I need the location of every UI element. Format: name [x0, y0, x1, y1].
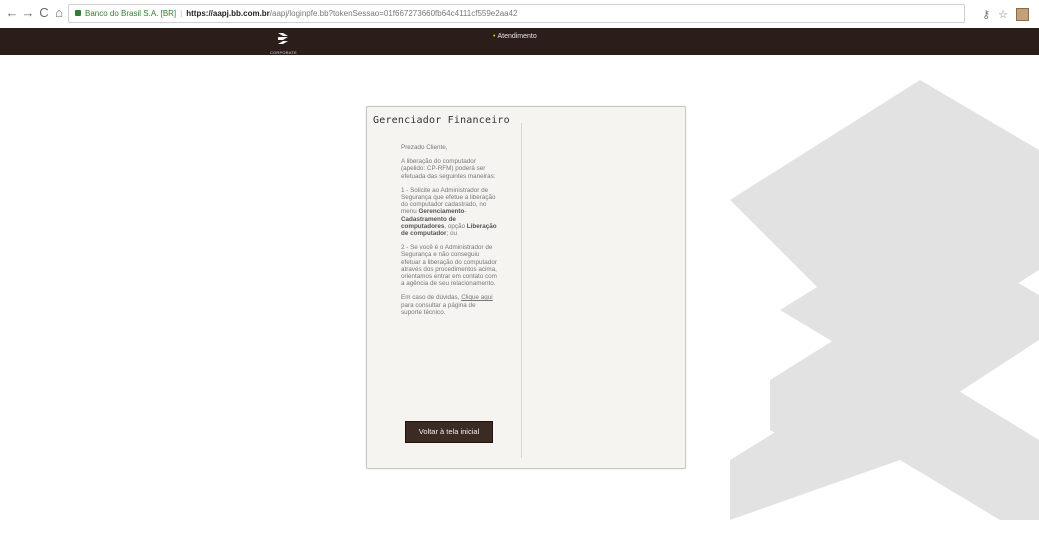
- panel-title: Gerenciador Financeiro: [373, 115, 510, 126]
- banco-do-brasil-logo[interactable]: CORPORATE: [270, 32, 297, 55]
- support-link[interactable]: Clique aqui: [461, 294, 493, 301]
- message-text: Prezado Cliente, A liberação do computad…: [401, 144, 497, 323]
- bb-logo-icon: [278, 33, 288, 44]
- back-to-home-button[interactable]: Voltar à tela inicial: [405, 421, 493, 443]
- help-text-end: para consultar a página de suporte técni…: [401, 301, 476, 316]
- extension-icon[interactable]: [1016, 7, 1029, 21]
- url-host: https://aapj.bb.com.br: [186, 9, 270, 18]
- site-identity: Banco do Brasil S.A. [BR]: [85, 9, 177, 18]
- key-icon[interactable]: ⚷: [982, 8, 990, 21]
- option-label: , opção: [444, 222, 466, 230]
- lock-icon: [75, 9, 81, 16]
- option-2-paragraph: 2 - Se você é o Administrador de Seguran…: [401, 244, 497, 288]
- reload-icon[interactable]: C: [36, 4, 52, 22]
- option-1-paragraph: 1 - Solicite ao Administrador de Seguran…: [401, 186, 497, 238]
- gerenciador-financeiro-panel: Gerenciador Financeiro Prezado Cliente, …: [366, 106, 686, 469]
- browser-toolbar: ← → C ⌂ Banco do Brasil S.A. [BR] | https:…: [0, 0, 1039, 29]
- menu-bullet-icon: •: [493, 33, 496, 40]
- intro-paragraph: A liberação do computador (apelido: CP-R…: [401, 158, 496, 180]
- forward-arrow-icon[interactable]: →: [20, 4, 36, 22]
- menu-item-label: Atendimento: [497, 33, 537, 40]
- column-divider: [521, 123, 522, 458]
- logo-caption: CORPORATE: [270, 50, 297, 55]
- greeting: Prezado Cliente,: [401, 144, 448, 151]
- address-bar[interactable]: Banco do Brasil S.A. [BR] | https://aapj.b…: [68, 4, 965, 23]
- menu-gerenciamento: Gerenciamento: [418, 208, 465, 216]
- site-header: CORPORATE • Atendimento: [0, 28, 1039, 55]
- bb-watermark-logo: [730, 80, 1039, 520]
- help-text: Em caso de dúvidas,: [401, 294, 460, 302]
- bookmark-star-icon[interactable]: ☆: [998, 8, 1008, 21]
- home-icon[interactable]: ⌂: [51, 4, 67, 22]
- menu-item-atendimento[interactable]: • Atendimento: [493, 33, 537, 40]
- url-path: /aapj/loginpfe.bb?tokenSessao=01f6672736…: [269, 9, 518, 18]
- back-arrow-icon[interactable]: ←: [4, 4, 20, 22]
- option-1-suffix: ; ou: [446, 230, 457, 238]
- help-paragraph: Em caso de dúvidas, Clique aqui para con…: [401, 294, 497, 316]
